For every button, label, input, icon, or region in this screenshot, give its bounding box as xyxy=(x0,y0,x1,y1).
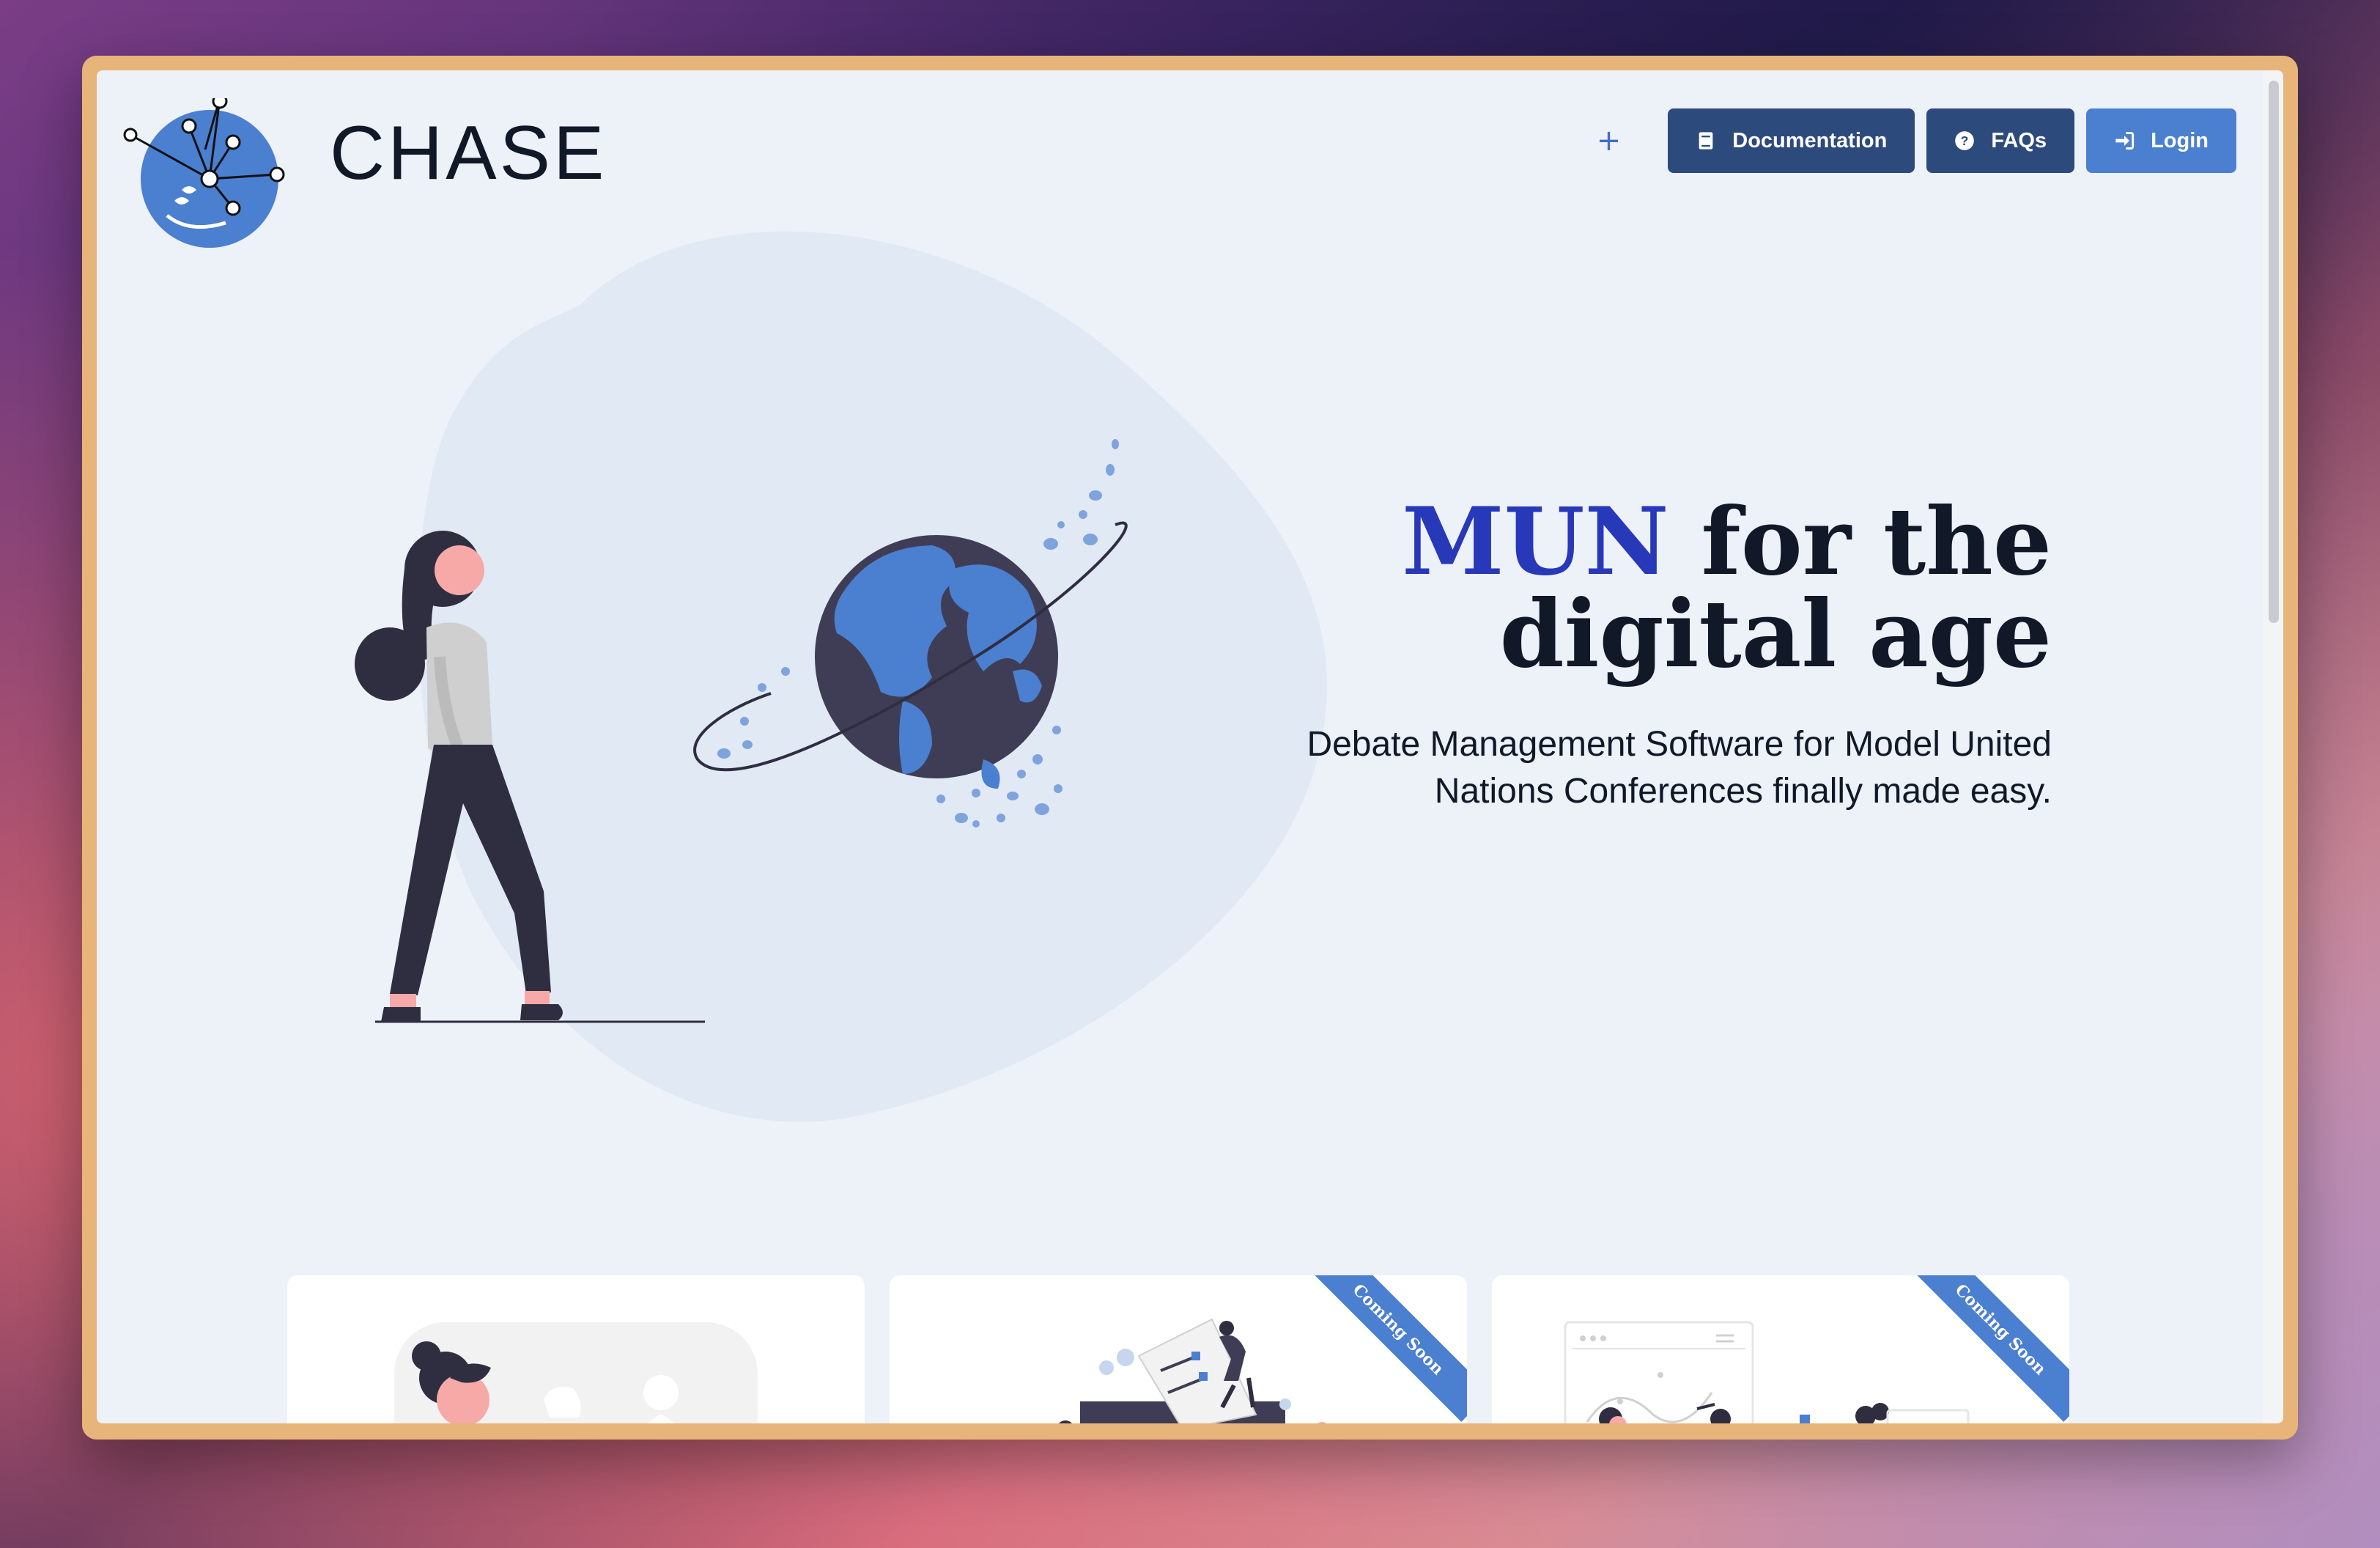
login-button[interactable]: Login xyxy=(2086,108,2236,173)
brand-name[interactable]: CHASE xyxy=(330,110,607,197)
feature-card-1[interactable] xyxy=(287,1275,865,1423)
scrollbar-thumb[interactable] xyxy=(2269,81,2279,623)
faqs-label: FAQs xyxy=(1991,128,2047,152)
feature-card-3[interactable]: Coming Soon xyxy=(1492,1275,2069,1423)
login-icon xyxy=(2115,132,2135,150)
svg-text:?: ? xyxy=(1961,133,1969,148)
login-label: Login xyxy=(2151,128,2209,152)
speaker-illustration xyxy=(394,1322,758,1423)
book-icon xyxy=(1699,132,1713,150)
browser-window: CHASE + Documentation ? FAQs Login MUN f… xyxy=(82,56,2298,1440)
hero-illustration xyxy=(355,439,1128,1023)
vertical-scrollbar[interactable] xyxy=(2263,70,2283,1423)
feature-card-2[interactable]: Coming Soon xyxy=(890,1275,1467,1423)
question-icon: ? xyxy=(1955,131,1975,150)
hero-subtitle: Debate Management Software for Model Uni… xyxy=(1307,725,2052,811)
documentation-button[interactable]: Documentation xyxy=(1668,108,1915,173)
hero-title: MUN for the digital age xyxy=(1099,495,2052,680)
logo-network-icon[interactable] xyxy=(123,98,296,252)
plus-icon[interactable]: + xyxy=(1597,124,1622,158)
page-viewport: CHASE + Documentation ? FAQs Login MUN f… xyxy=(97,70,2283,1423)
faqs-button[interactable]: ? FAQs xyxy=(1926,108,2075,173)
documentation-label: Documentation xyxy=(1732,128,1888,152)
top-nav: + Documentation ? FAQs Login xyxy=(1597,108,2236,173)
